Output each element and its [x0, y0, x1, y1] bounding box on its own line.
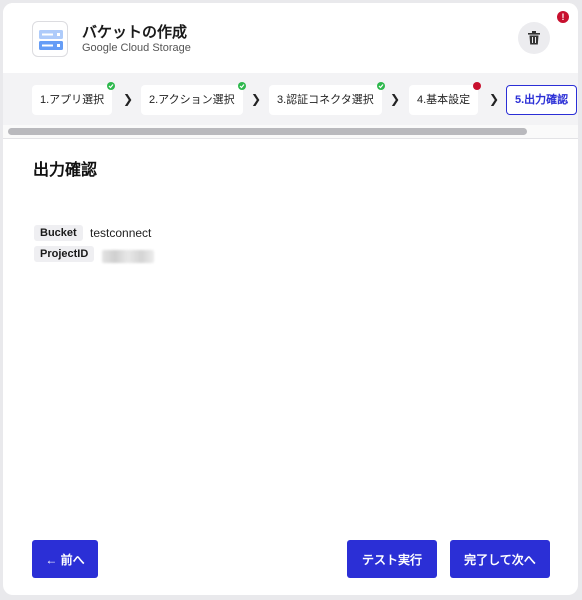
step-app-select[interactable]: 1.アプリ選択: [32, 82, 116, 115]
chevron-right-icon: ❯: [123, 92, 134, 106]
chevron-right-icon: ❯: [489, 92, 500, 106]
field-key-bucket: Bucket: [34, 225, 83, 241]
chevron-right-icon: ❯: [390, 92, 401, 106]
step-label: 3.認証コネクタ選択: [277, 94, 374, 106]
alert-badge: !: [557, 11, 569, 23]
step-label: 1.アプリ選択: [40, 94, 105, 106]
step-auth-connector-select[interactable]: 3.認証コネクタ選択: [269, 82, 385, 115]
field-key-projectid: ProjectID: [34, 246, 95, 262]
trash-icon: [528, 31, 540, 45]
modal-subtitle: Google Cloud Storage: [82, 42, 191, 54]
create-bucket-modal: バケットの作成 Google Cloud Storage ! 1.アプリ選択 ❯…: [3, 3, 578, 595]
step-action-select[interactable]: 2.アクション選択: [141, 82, 246, 115]
scrollbar-thumb[interactable]: [8, 128, 527, 135]
delete-button[interactable]: [518, 22, 550, 54]
check-icon: [376, 82, 385, 90]
step-basic-settings[interactable]: 4.基本設定: [409, 82, 482, 115]
back-button[interactable]: ← 前へ: [32, 540, 98, 578]
redacted-value: [102, 250, 154, 263]
modal-title: バケットの作成: [82, 24, 188, 41]
step-label: 4.基本設定: [417, 94, 471, 106]
test-run-button[interactable]: テスト実行: [347, 540, 437, 578]
complete-next-button[interactable]: 完了して次へ: [450, 540, 550, 578]
gcs-bucket-icon: [32, 21, 68, 57]
field-value-bucket: testconnect: [90, 226, 152, 240]
check-icon: [237, 82, 246, 90]
step-label: 2.アクション選択: [149, 94, 235, 106]
error-icon: [473, 82, 482, 90]
step-output-confirm[interactable]: 5.出力確認: [506, 85, 578, 115]
section-title: 出力確認: [33, 162, 98, 179]
modal-header: バケットの作成 Google Cloud Storage !: [3, 3, 578, 73]
step-label: 5.出力確認: [515, 94, 569, 106]
step-navigation: 1.アプリ選択 ❯ 2.アクション選択 ❯ 3.認証コネクタ選択 ❯ 4.基本設…: [3, 73, 578, 125]
chevron-right-icon: ❯: [251, 92, 262, 106]
horizontal-scrollbar[interactable]: [3, 125, 578, 139]
check-icon: [107, 82, 116, 90]
